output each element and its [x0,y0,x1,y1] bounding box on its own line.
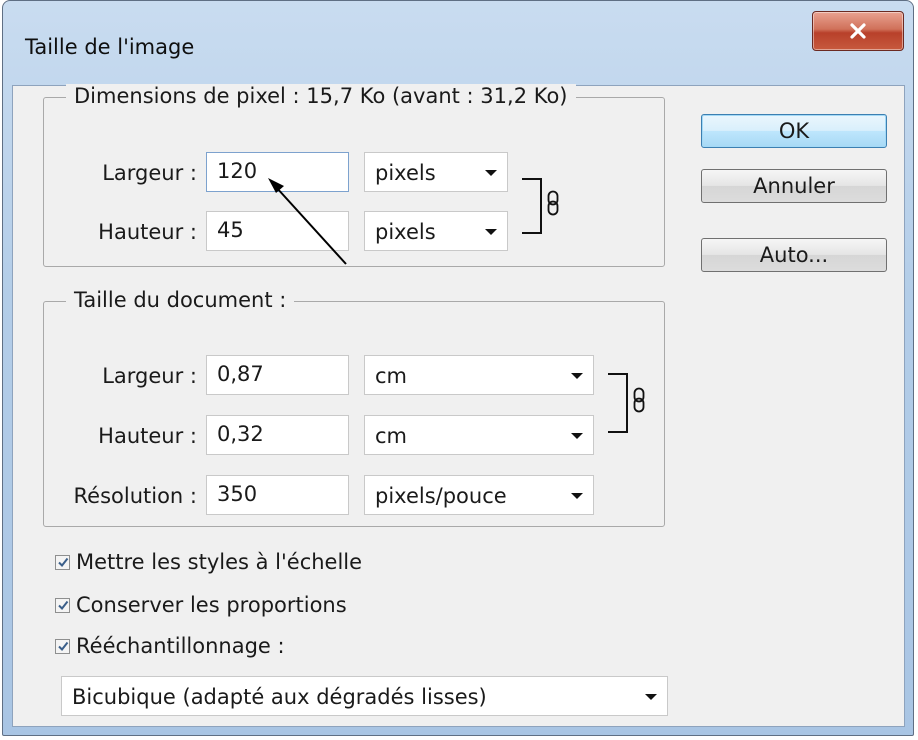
dialog-window: Taille de l'image Dimensions de pixel : … [2,0,914,736]
annotation-arrow [268,178,347,265]
